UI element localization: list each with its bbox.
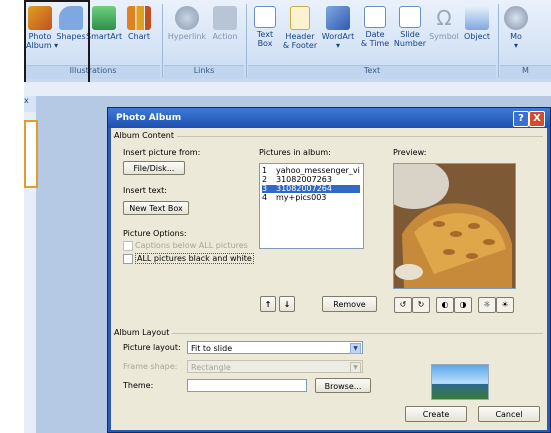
layout-preview-image [431, 364, 489, 400]
create-button[interactable]: Create [405, 406, 467, 422]
omega-icon: Ω [436, 6, 452, 30]
picture-layout-select[interactable]: Fit to slide ▼ [187, 341, 363, 354]
object-label: Object [463, 32, 491, 41]
media-group-label: M [500, 65, 551, 79]
smartart-icon [92, 6, 116, 30]
slide-number-icon [399, 6, 421, 28]
symbol-label: Symbol [429, 32, 459, 41]
remove-button[interactable]: Remove [322, 296, 377, 312]
ribbon: Photo Album ▾ Shapes SmartArt Chart Hype… [24, 0, 551, 83]
picture-layout-label: Picture layout: [123, 343, 181, 352]
frame-shape-select[interactable]: Rectangle ▼ [187, 360, 363, 373]
chevron-down-icon[interactable]: ▼ [350, 362, 361, 373]
header-footer-label: Header & Footer [282, 32, 318, 50]
captions-checkbox[interactable] [123, 241, 133, 251]
photo-album-dialog: Photo Album ? X Album Content Insert pic… [107, 107, 551, 433]
cancel-button[interactable]: Cancel [478, 406, 540, 422]
list-item[interactable]: 1 yahoo_messenger_vi [262, 167, 360, 175]
help-button[interactable]: ? [513, 111, 529, 127]
movie-button[interactable]: Mo ▾ [504, 6, 528, 54]
slide-number-label: Slide Number [393, 30, 427, 48]
pictures-in-album-label: Pictures in album: [259, 148, 331, 157]
hyperlink-icon [175, 6, 199, 30]
frame-shape-label: Frame shape: [123, 362, 178, 371]
list-item[interactable]: 4 my+pics003 [262, 194, 360, 202]
action-button[interactable]: Action [208, 6, 242, 54]
insert-text-label: Insert text: [123, 186, 167, 195]
theme-label: Theme: [123, 381, 154, 390]
dialog-body: Album Content Insert picture from: File/… [111, 128, 547, 430]
text-box-icon [254, 6, 276, 28]
picture-layout-value: Fit to slide [191, 344, 233, 353]
close-pane-button[interactable]: x [24, 96, 36, 112]
highlight-box [24, 0, 90, 84]
links-group-label: Links [164, 65, 244, 79]
wordart-label: WordArt ▾ [321, 32, 355, 50]
album-content-heading: Album Content [114, 131, 177, 140]
smartart-label: SmartArt [86, 32, 123, 41]
black-white-label: ALL pictures black and white [135, 253, 254, 264]
preview-label: Preview: [393, 148, 427, 157]
wordart-icon [326, 6, 350, 30]
symbol-button[interactable]: Ω Symbol [428, 6, 460, 54]
list-item[interactable]: 2 31082007263 [262, 176, 360, 184]
captions-label: Captions below ALL pictures [135, 241, 248, 250]
text-box-label: Text Box [256, 30, 274, 48]
move-up-button[interactable]: ↑ [260, 296, 276, 312]
picture-options-label: Picture Options: [123, 229, 187, 238]
black-white-checkbox[interactable] [123, 254, 133, 264]
calendar-icon [364, 6, 386, 28]
object-icon [465, 6, 489, 30]
action-label: Action [212, 32, 238, 41]
smartart-button[interactable]: SmartArt [86, 6, 122, 54]
chart-icon [127, 6, 151, 30]
rotate-right-icon[interactable]: ↻ [412, 297, 430, 313]
group-separator [162, 4, 163, 78]
list-item-selected[interactable]: 3 31082007264 [262, 185, 360, 193]
text-box-button[interactable]: Text Box [250, 6, 280, 54]
divider [113, 136, 543, 137]
hyperlink-label: Hyperlink [167, 32, 207, 41]
insert-picture-label: Insert picture from: [123, 148, 201, 157]
slide-number-button[interactable]: Slide Number [392, 6, 428, 54]
divider [113, 333, 543, 334]
close-button[interactable]: X [529, 111, 545, 127]
header-footer-icon [290, 6, 310, 30]
move-down-button[interactable]: ↓ [279, 296, 295, 312]
date-time-label: Date & Time [360, 30, 390, 48]
theme-input[interactable] [187, 379, 307, 392]
movie-icon [504, 6, 528, 30]
new-text-box-button[interactable]: New Text Box [123, 201, 189, 215]
brightness-up-icon[interactable]: ☼ [478, 297, 496, 313]
action-icon [213, 6, 237, 30]
file-disk-button[interactable]: File/Disk... [123, 161, 185, 175]
chart-label: Chart [128, 32, 150, 41]
header-footer-button[interactable]: Header & Footer [280, 6, 320, 54]
group-separator [498, 4, 499, 78]
browse-button[interactable]: Browse... [315, 378, 371, 393]
slide-thumbnail[interactable] [24, 120, 38, 188]
date-time-button[interactable]: Date & Time [358, 6, 392, 54]
rotate-left-icon[interactable]: ↺ [394, 297, 412, 313]
group-separator [246, 4, 247, 78]
brightness-down-icon[interactable]: ☀ [496, 297, 514, 313]
preview-image [393, 163, 516, 289]
album-layout-heading: Album Layout [114, 328, 173, 337]
dialog-title: Photo Album [108, 108, 550, 128]
frame-shape-value: Rectangle [191, 363, 231, 372]
movie-label: Mo ▾ [510, 32, 522, 50]
text-group-label: Text [248, 65, 496, 79]
cake-photo [394, 164, 515, 288]
hyperlink-button[interactable]: Hyperlink [166, 6, 208, 54]
contrast-down-icon[interactable]: ◑ [454, 297, 472, 313]
chevron-down-icon[interactable]: ▼ [350, 343, 361, 354]
pictures-list[interactable]: 1 yahoo_messenger_vi 2 31082007263 3 310820… [259, 163, 364, 249]
chart-button[interactable]: Chart [124, 6, 154, 54]
wordart-button[interactable]: WordArt ▾ [320, 6, 356, 54]
object-button[interactable]: Object [460, 6, 494, 54]
left-window-edge [0, 0, 25, 433]
contrast-up-icon[interactable]: ◐ [436, 297, 454, 313]
